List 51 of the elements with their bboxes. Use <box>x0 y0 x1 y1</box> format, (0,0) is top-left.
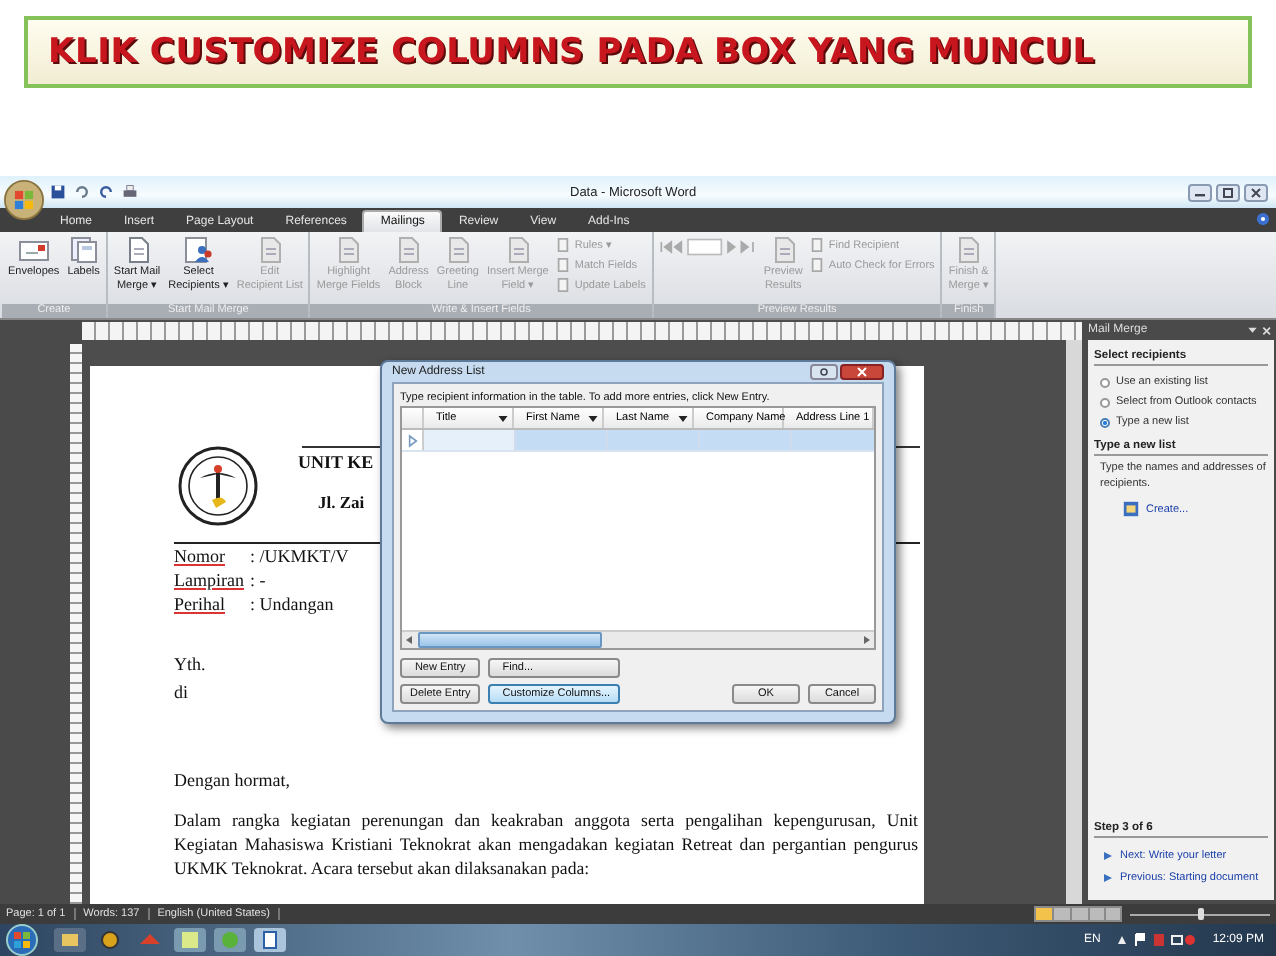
save-icon[interactable] <box>50 184 66 200</box>
word-icon[interactable] <box>254 928 286 952</box>
people-icon <box>182 236 215 264</box>
close-button[interactable] <box>840 364 884 380</box>
envelope-icon <box>17 236 50 264</box>
greeting-text: Dengan hormat, <box>174 768 290 794</box>
scroll-bar[interactable] <box>1066 340 1082 904</box>
labels-icon <box>67 236 100 264</box>
folder-icon[interactable] <box>54 928 86 952</box>
body-text-line: UKMK Teknokrat. Acara tersebut akan dilaksanakan pada: <box>174 856 592 880</box>
minimize-button[interactable] <box>1188 183 1212 201</box>
field-value: : - <box>250 568 266 592</box>
scroll-right-arrow[interactable] <box>858 632 874 648</box>
help-icon[interactable] <box>1256 211 1270 225</box>
field-value: : /UKMKT/V <box>250 544 349 568</box>
horizontal-scroll-bar[interactable] <box>402 630 874 648</box>
restore-button[interactable] <box>1216 183 1240 201</box>
field-label: Perihal <box>174 592 227 616</box>
address-book-icon <box>1122 500 1140 518</box>
body-text-line: Dalam rangka kegiatan perenungan dan keakraban anggota serta pengalihan kepengurusan, Unit <box>174 808 918 832</box>
emblem-logo <box>178 446 258 526</box>
body-text-line: Kegiatan Mahasiswa Kristiani Teknokrat akan mengadakan kegiatan Retreat dan pergantian pengurus <box>174 832 918 856</box>
recipient-line: di <box>174 680 189 706</box>
start-button[interactable] <box>6 924 38 956</box>
dropdown-arrow-icon <box>498 415 508 421</box>
scroll-left-arrow[interactable] <box>402 632 418 648</box>
pane-options-icon[interactable] <box>1246 325 1274 335</box>
radio-button[interactable] <box>1100 397 1110 407</box>
help-button[interactable] <box>810 364 838 380</box>
recipient-line: Yth. <box>174 652 206 678</box>
slide-title: KLIK CUSTOMIZE COLUMNS PADA BOX YANG MUNCUL <box>48 32 1095 72</box>
close-button[interactable] <box>1244 183 1268 201</box>
zoom-slider[interactable] <box>1130 906 1270 922</box>
field-label: Nomor <box>174 544 227 568</box>
dropdown-arrow-icon <box>678 415 688 421</box>
arrow-icon <box>1104 851 1112 859</box>
undo-icon[interactable] <box>74 184 90 200</box>
radio-button[interactable] <box>1100 377 1110 387</box>
radio-button[interactable] <box>1100 417 1110 427</box>
dropdown-arrow-icon <box>588 415 598 421</box>
field-label: Lampiran <box>174 568 246 592</box>
print-icon[interactable] <box>122 184 138 200</box>
letterhead-text: Jl. Zai <box>318 492 367 512</box>
redo-icon[interactable] <box>98 184 114 200</box>
field-value: : Undangan <box>250 592 334 616</box>
arrow-icon <box>1104 873 1112 881</box>
slider-thumb[interactable] <box>1197 908 1203 920</box>
tray-icons[interactable] <box>1116 932 1197 948</box>
letterhead-text: UNIT KE <box>298 452 376 472</box>
app-icon[interactable] <box>174 928 206 952</box>
row-marker-icon <box>407 433 417 447</box>
